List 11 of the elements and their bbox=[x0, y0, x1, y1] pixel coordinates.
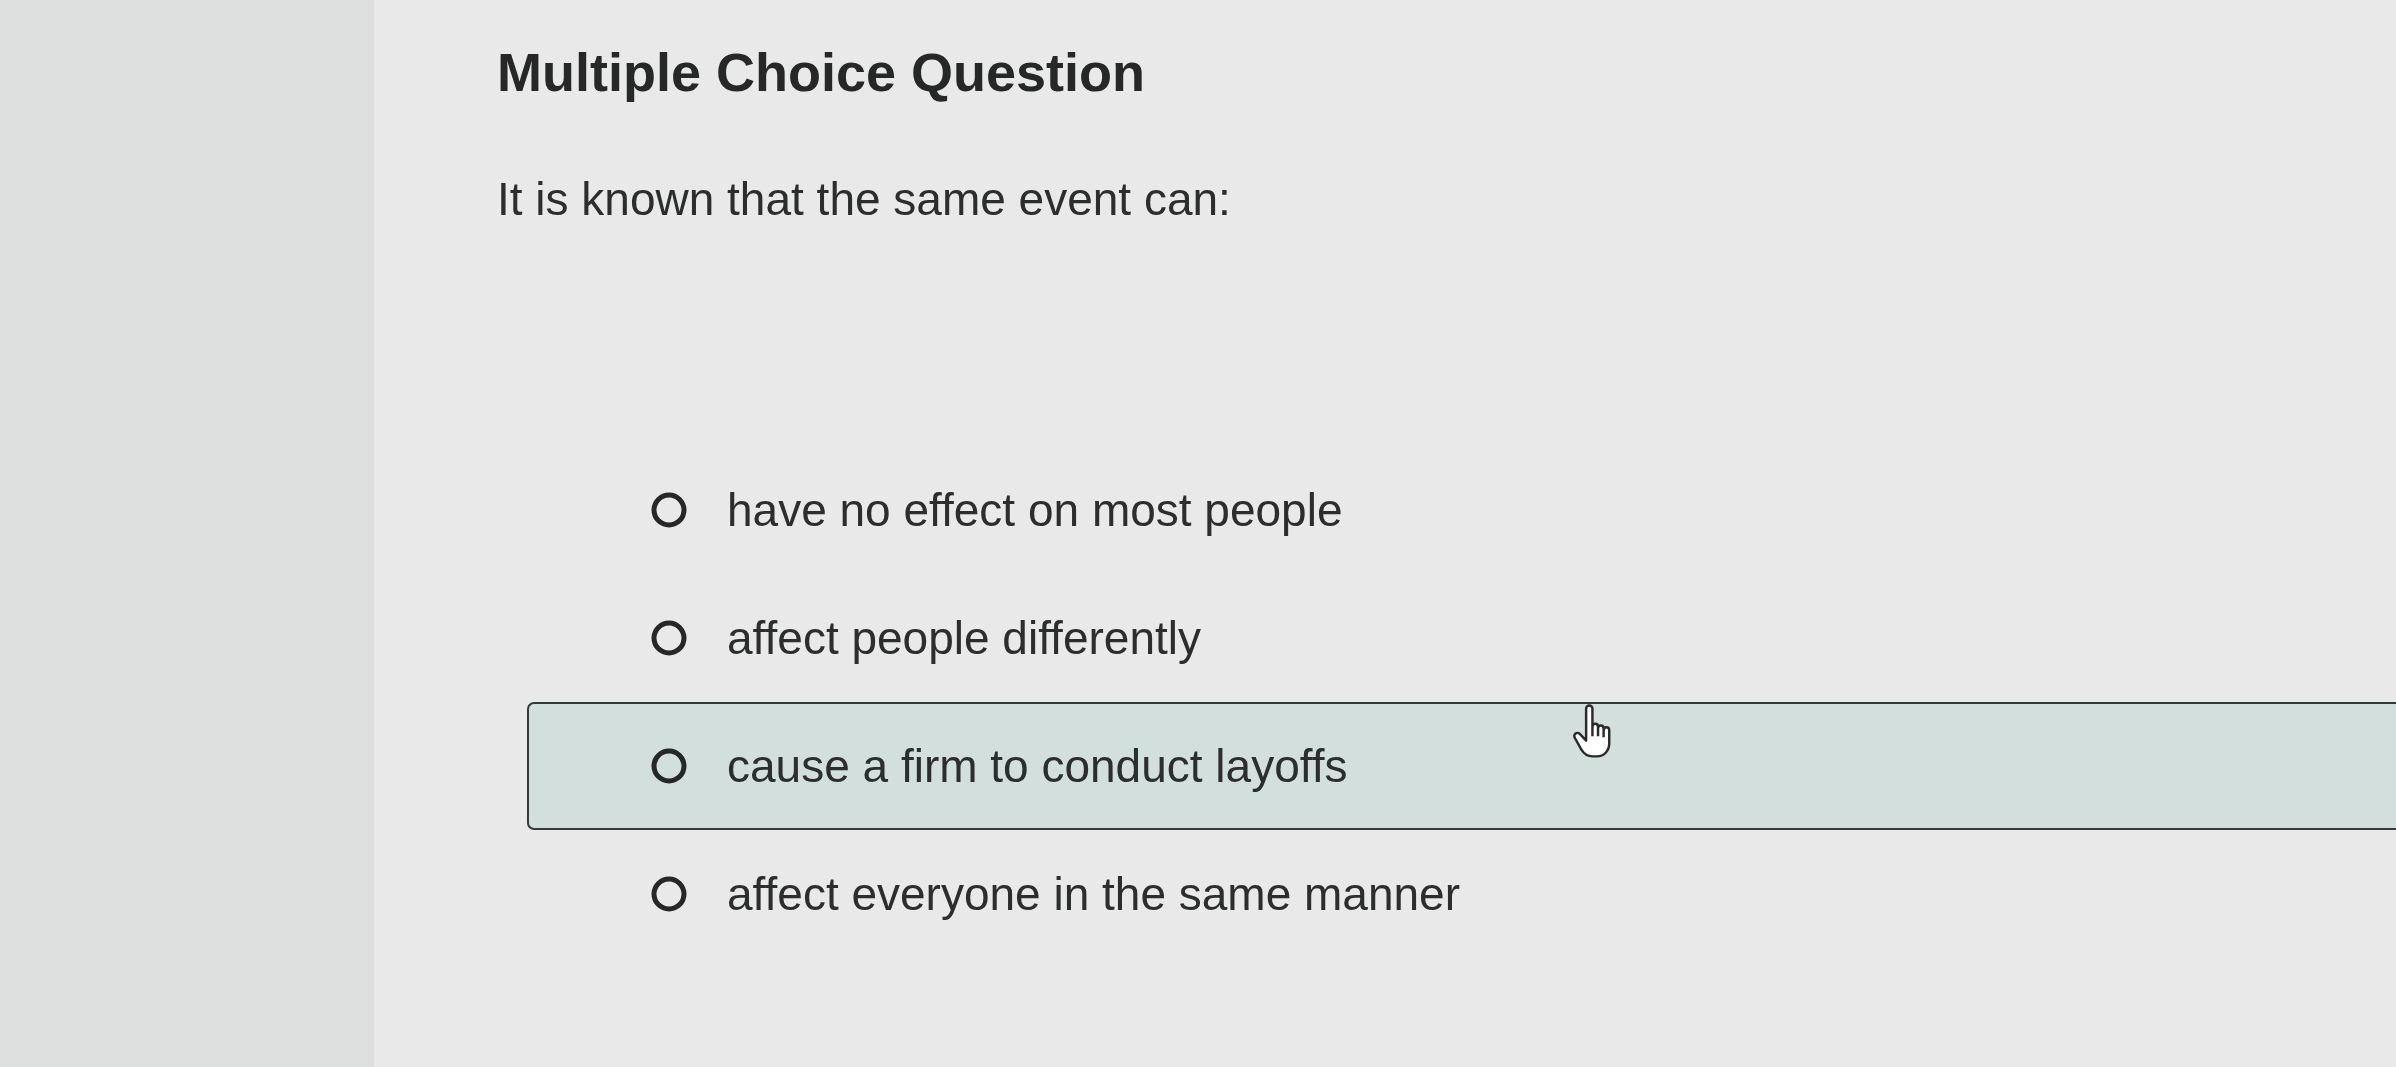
highlighted-option[interactable]: cause a firm to conduct layoffs bbox=[527, 702, 2396, 830]
question-text: It is known that the same event can: bbox=[497, 172, 1231, 227]
radio-button[interactable] bbox=[651, 876, 687, 912]
option-label[interactable]: have no effect on most people bbox=[727, 481, 1343, 539]
radio-button[interactable] bbox=[651, 492, 687, 528]
option-label[interactable]: cause a firm to conduct layoffs bbox=[727, 737, 1348, 795]
question-heading: Multiple Choice Question bbox=[497, 41, 1146, 104]
radio-button[interactable] bbox=[651, 748, 687, 784]
option-label[interactable]: affect everyone in the same manner bbox=[727, 865, 1460, 923]
radio-button[interactable] bbox=[651, 620, 687, 656]
option-label[interactable]: affect people differently bbox=[727, 609, 1201, 667]
